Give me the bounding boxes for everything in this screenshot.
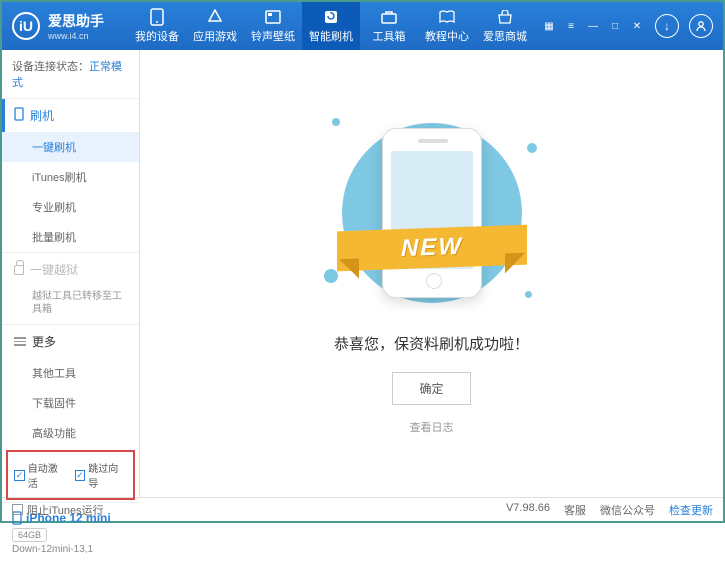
menu-icon[interactable]: ▦ <box>541 18 557 34</box>
storage-badge: 64GB <box>12 528 47 542</box>
sidebar-header-label: 一键越狱 <box>30 261 78 278</box>
lines-icon[interactable]: ≡ <box>563 18 579 34</box>
toolbox-icon <box>380 8 398 26</box>
tab-label: 工具箱 <box>373 28 406 44</box>
tab-label: 我的设备 <box>135 28 179 44</box>
footer-wechat-link[interactable]: 微信公众号 <box>600 502 655 518</box>
tab-tutorials[interactable]: 教程中心 <box>418 2 476 50</box>
apps-icon <box>206 8 224 26</box>
tab-label: 应用游戏 <box>193 28 237 44</box>
brand-block: 爱思助手 www.i4.cn <box>48 11 104 41</box>
success-message: 恭喜您，保资料刷机成功啦！ <box>334 333 529 354</box>
sidebar-item-itunes-flash[interactable]: iTunes刷机 <box>2 162 139 192</box>
user-button[interactable] <box>689 14 713 38</box>
lock-icon <box>14 265 24 275</box>
sidebar-header-more[interactable]: 更多 <box>2 325 139 358</box>
sidebar-item-advanced[interactable]: 高级功能 <box>2 418 139 448</box>
nav-tabs: 我的设备 应用游戏 铃声壁纸 智能刷机 工具箱 教程中心 爱思商城 <box>128 2 534 50</box>
hamburger-icon <box>14 337 26 346</box>
block-itunes-checkbox[interactable]: 阻止iTunes运行 <box>12 502 104 518</box>
phone-icon <box>148 8 166 26</box>
wallpaper-icon <box>264 8 282 26</box>
ribbon-text: NEW <box>401 232 463 262</box>
checkbox-auto-activate[interactable]: ✓自动激活 <box>14 460 67 490</box>
sidebar: 设备连接状态：正常模式 刷机 一键刷机 iTunes刷机 专业刷机 批量刷机 一… <box>2 50 140 497</box>
flash-icon <box>322 8 340 26</box>
app-logo: iU <box>12 12 40 40</box>
close-icon[interactable]: ✕ <box>629 18 645 34</box>
device-subtitle: Down-12mini-13,1 <box>12 544 129 555</box>
tab-label: 教程中心 <box>425 28 469 44</box>
sidebar-item-other-tools[interactable]: 其他工具 <box>2 358 139 388</box>
block-itunes-label: 阻止iTunes运行 <box>27 502 104 518</box>
tab-my-device[interactable]: 我的设备 <box>128 2 186 50</box>
brand-url: www.i4.cn <box>48 31 104 41</box>
option-checkboxes: ✓自动激活 ✓跳过向导 <box>6 450 135 500</box>
sidebar-header-label: 刷机 <box>30 107 54 124</box>
footer-service-link[interactable]: 客服 <box>564 502 586 518</box>
tab-store[interactable]: 爱思商城 <box>476 2 534 50</box>
content-area: NEW 恭喜您，保资料刷机成功啦！ 确定 查看日志 <box>140 50 723 497</box>
brand-title: 爱思助手 <box>48 11 104 31</box>
minimize-icon[interactable]: — <box>585 18 601 34</box>
check-label: 跳过向导 <box>88 460 127 490</box>
tab-toolbox[interactable]: 工具箱 <box>360 2 418 50</box>
version-text: V7.98.66 <box>506 502 550 518</box>
sidebar-item-pro-flash[interactable]: 专业刷机 <box>2 192 139 222</box>
window-controls: ▦ ≡ — □ ✕ ↓ <box>541 14 713 38</box>
status-label: 设备连接状态： <box>12 61 89 73</box>
sidebar-header-jailbreak[interactable]: 一键越狱 <box>2 253 139 286</box>
tab-apps[interactable]: 应用游戏 <box>186 2 244 50</box>
main-area: 设备连接状态：正常模式 刷机 一键刷机 iTunes刷机 专业刷机 批量刷机 一… <box>2 50 723 497</box>
tab-label: 智能刷机 <box>309 28 353 44</box>
sidebar-item-oneclick-flash[interactable]: 一键刷机 <box>2 132 139 162</box>
sidebar-header-flash[interactable]: 刷机 <box>2 99 139 132</box>
store-icon <box>496 8 514 26</box>
tab-label: 铃声壁纸 <box>251 28 295 44</box>
titlebar: iU 爱思助手 www.i4.cn 我的设备 应用游戏 铃声壁纸 智能刷机 工具… <box>2 2 723 50</box>
checkbox-skip-guide[interactable]: ✓跳过向导 <box>75 460 128 490</box>
view-log-link[interactable]: 查看日志 <box>410 419 454 435</box>
phone-small-icon <box>14 107 24 124</box>
download-button[interactable]: ↓ <box>655 14 679 38</box>
tab-ringtones[interactable]: 铃声壁纸 <box>244 2 302 50</box>
tab-label: 爱思商城 <box>483 28 527 44</box>
maximize-icon[interactable]: □ <box>607 18 623 34</box>
footer-update-link[interactable]: 检查更新 <box>669 502 713 518</box>
jailbreak-note: 越狱工具已转移至工具箱 <box>2 286 139 324</box>
check-label: 自动激活 <box>28 460 67 490</box>
book-icon <box>438 8 456 26</box>
tab-smart-flash[interactable]: 智能刷机 <box>302 2 360 50</box>
sidebar-item-download-firmware[interactable]: 下载固件 <box>2 388 139 418</box>
success-illustration: NEW <box>352 113 512 313</box>
confirm-button[interactable]: 确定 <box>392 372 470 405</box>
sidebar-header-label: 更多 <box>32 333 56 350</box>
connection-status: 设备连接状态：正常模式 <box>2 50 139 98</box>
sidebar-item-batch-flash[interactable]: 批量刷机 <box>2 222 139 252</box>
